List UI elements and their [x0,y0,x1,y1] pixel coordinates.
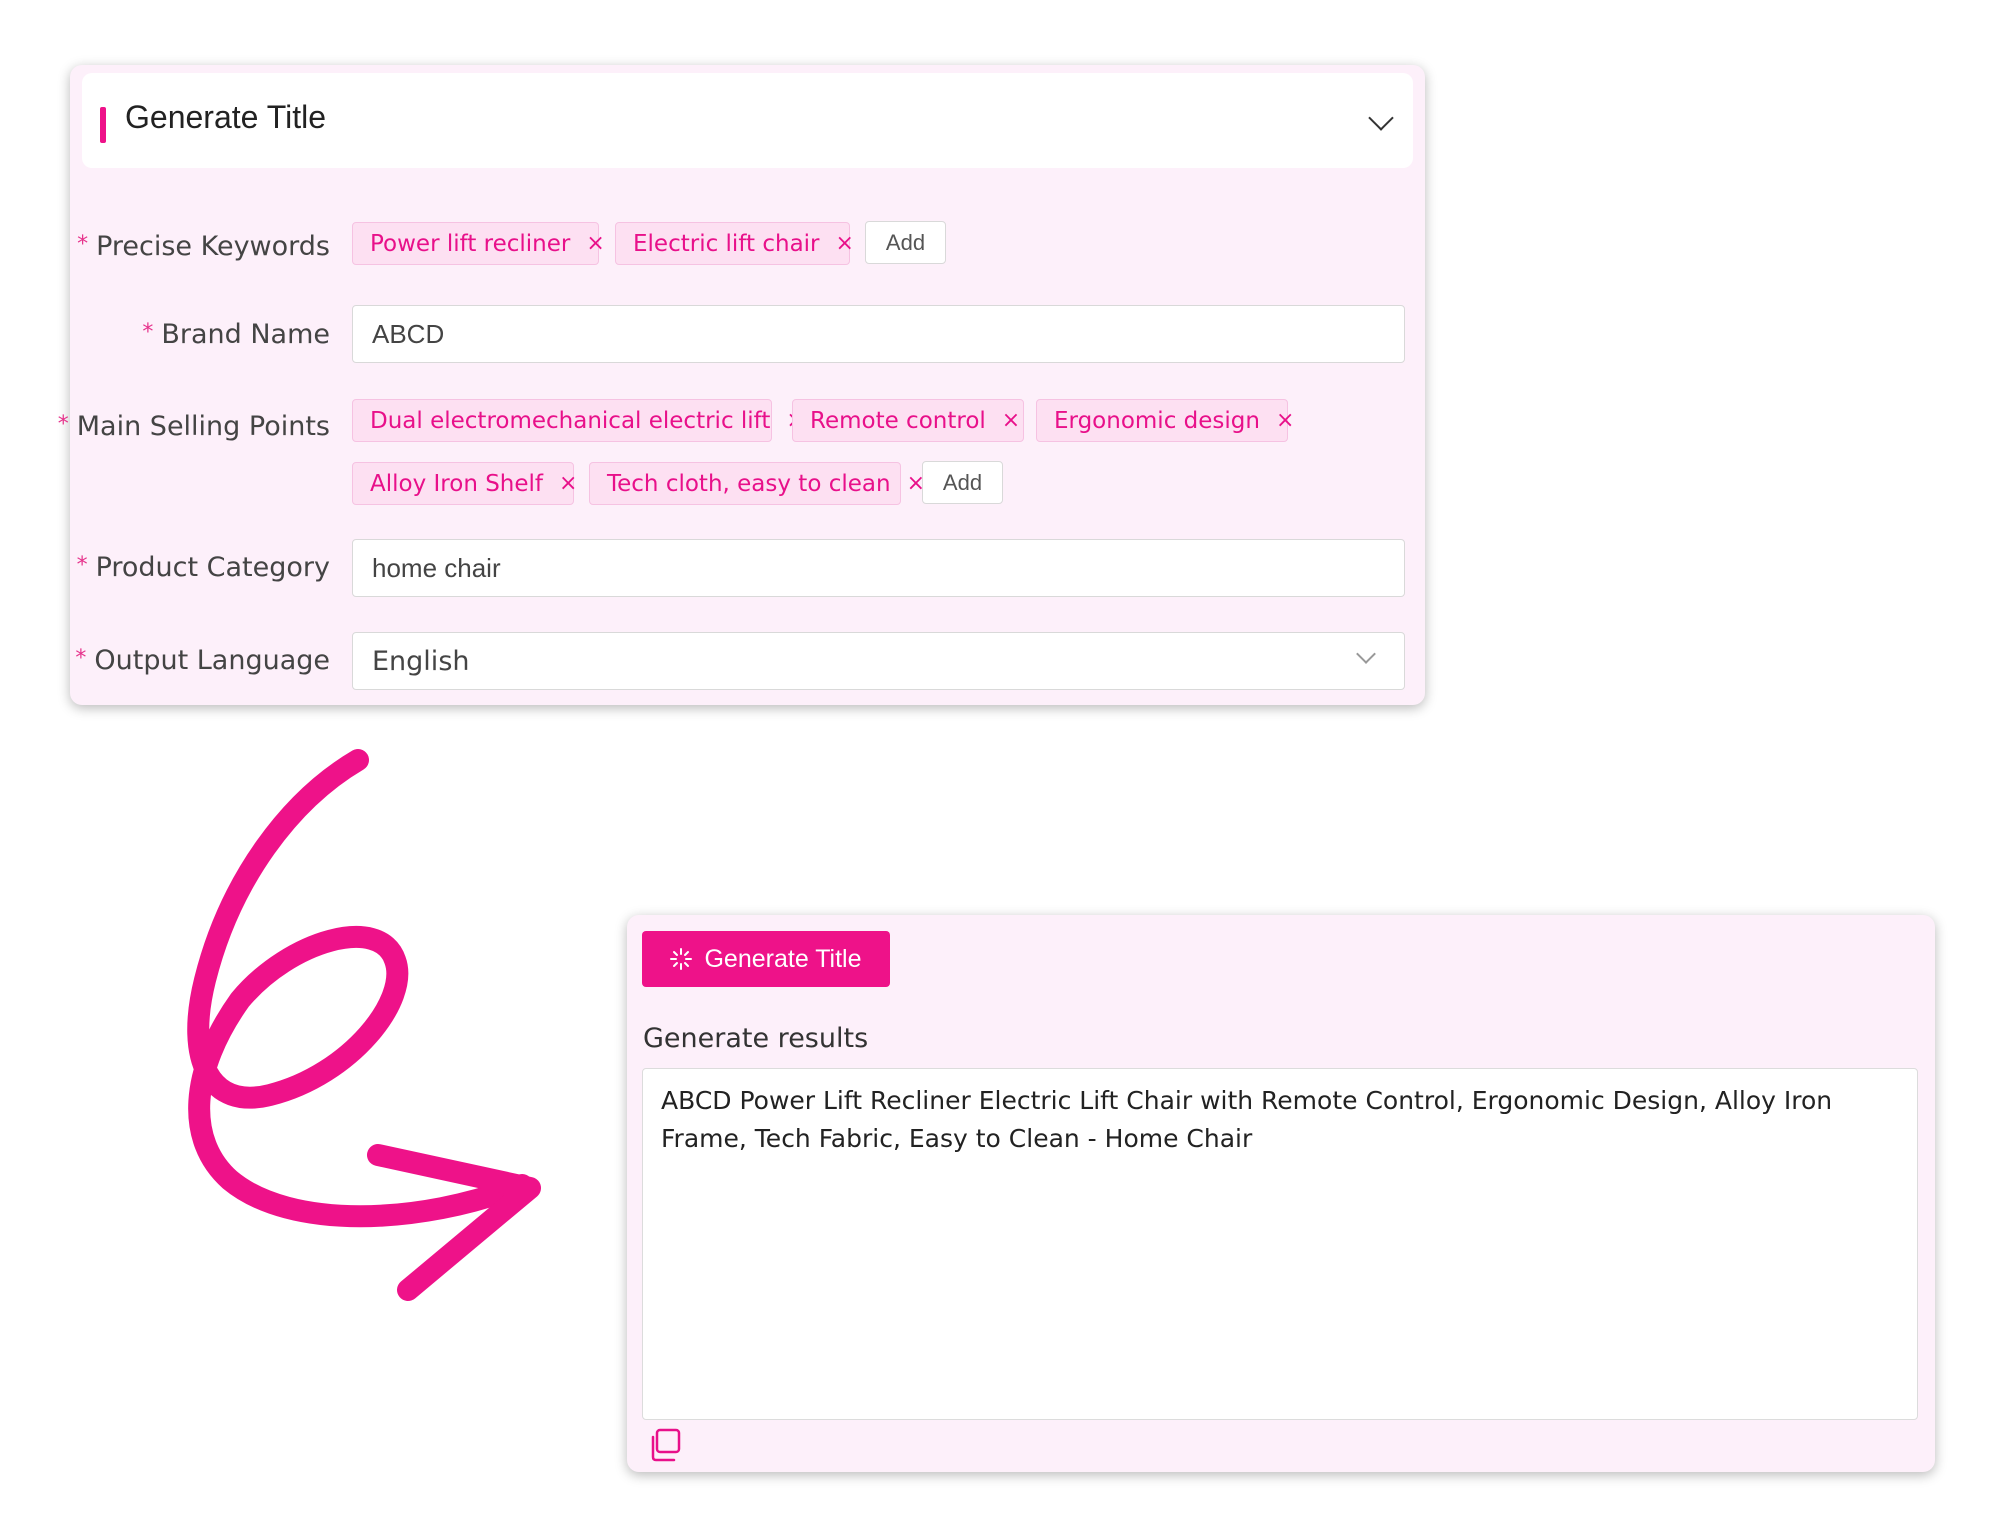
result-text: ABCD Power Lift Recliner Electric Lift C… [661,1086,1833,1153]
generate-results-panel: Generate Title Generate results ABCD Pow… [627,915,1935,1472]
copy-icon[interactable] [647,1427,683,1463]
sparkle-icon [670,948,693,970]
generate-title-button[interactable]: Generate Title [642,931,890,987]
results-label: Generate results [643,1023,869,1054]
generate-title-button-label: Generate Title [704,944,862,973]
result-textarea[interactable]: ABCD Power Lift Recliner Electric Lift C… [642,1068,1918,1420]
